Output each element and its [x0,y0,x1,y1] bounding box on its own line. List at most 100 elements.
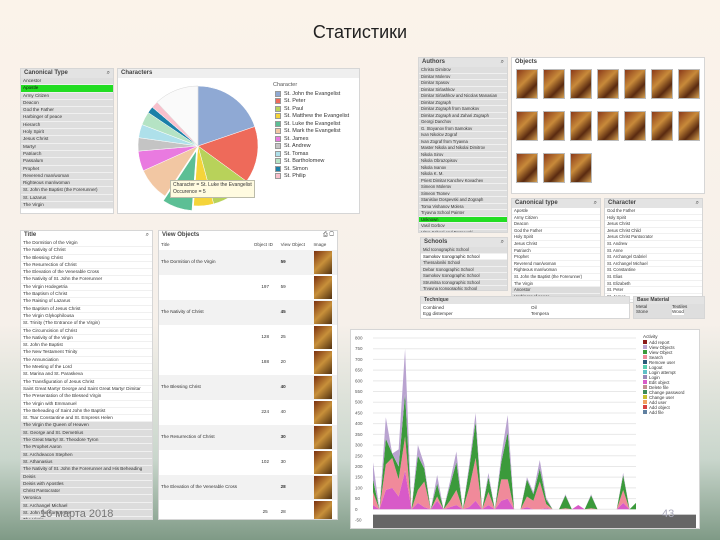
list-item[interactable]: The Virgin the Queen of Heaven [21,422,152,430]
list-item[interactable]: Righteous man/woman [512,267,600,274]
list-item[interactable]: God the Father [512,228,600,235]
legend-item[interactable]: St. Bartholomew [275,158,349,166]
column-header[interactable]: Image [312,240,338,250]
list-item[interactable]: Army Citizen [21,92,113,100]
icon-thumbnail[interactable] [678,69,700,99]
list-item[interactable]: Jesus Christ [512,241,600,248]
list-item[interactable]: Reverend man/woman [21,172,113,181]
list-item[interactable]: The Virgin [512,281,600,288]
list-item[interactable]: The Virgin Hodegetria [21,284,152,292]
list-item[interactable]: The Transfiguration of Jesus Christ [21,379,152,386]
icon-thumbnail[interactable] [678,111,700,141]
list-item[interactable]: Martyr [21,143,113,151]
list-item[interactable]: Holy Spirit [21,129,113,137]
list-item[interactable]: Prophet [21,165,113,173]
list-item[interactable]: Deacon [512,221,600,228]
search-icon[interactable]: ⌕ [107,69,110,78]
legend-item[interactable]: St. Mark the Evangelist [275,128,349,136]
list-item[interactable]: The Virgin Glykophilousa [21,313,152,321]
list-item[interactable]: St. Constantine [605,267,702,274]
icon-thumbnail[interactable] [543,111,565,141]
list-item[interactable]: St. Athanasius [21,458,152,467]
list-item[interactable]: Ancestor [512,287,600,294]
icon-image[interactable] [313,401,332,424]
list-item[interactable]: St. George and St. Demetrius [21,429,152,438]
list-item[interactable]: Stone [636,309,648,315]
list-item[interactable]: Passalum [21,158,113,166]
list-item[interactable]: Ancestor [21,78,113,86]
legend-item[interactable]: St. Luke the Evangelist [275,120,349,128]
icon-thumbnail[interactable] [543,69,565,99]
list-item[interactable]: The Resurrection of Christ [21,262,152,270]
list-item[interactable]: The Prophet Aaron [21,444,152,452]
list-item[interactable]: Deisis [21,473,152,481]
legend-item[interactable]: St. James [275,135,349,143]
list-item[interactable]: Holy Spirit [605,215,702,222]
list-item[interactable]: St. Archangel Gabriel [605,254,702,261]
legend-item[interactable]: St. Tomas [275,150,349,158]
list-item[interactable]: Tempera [531,311,549,317]
list-item[interactable]: St. Trinity (The Entrance of the Virgin) [21,320,152,328]
search-icon[interactable]: ⌕ [594,199,597,208]
icon-thumbnail[interactable] [570,153,592,183]
legend-item[interactable]: St. Andrew [275,143,349,151]
column-header[interactable]: Object ID [252,240,279,250]
search-icon[interactable]: ⌕ [696,199,699,208]
list-item[interactable]: The Annunciation [21,357,152,365]
list-item[interactable]: The Nativity of St. John the Forerunner [21,276,152,284]
legend-item[interactable]: St. Simon [275,165,349,173]
list-item[interactable]: Wood [672,309,684,316]
list-item[interactable]: Vitan School and Dospevski [419,229,507,232]
icon-image[interactable] [313,301,332,324]
search-icon[interactable]: ⌕ [501,238,504,247]
icon-thumbnail[interactable] [597,69,619,99]
list-item[interactable]: Patriarch [512,248,600,255]
icon-image[interactable] [313,276,332,299]
legend-item[interactable]: Add file [643,410,684,415]
list-item[interactable]: God the Father [21,107,113,115]
icon-thumbnail[interactable] [624,69,646,99]
list-item[interactable]: Jesus Christ Child [605,228,702,235]
window-controls-icon[interactable]: ⎙ ▢ [323,231,334,240]
table-row[interactable]: The Dormition of the Virgin 59 [159,250,337,275]
table-row[interactable]: 188 20 [159,350,337,375]
icon-image[interactable] [313,501,332,519]
legend-item[interactable]: St. Philip [275,173,349,181]
table-row[interactable]: 128 25 [159,325,337,350]
list-item[interactable]: Hierarch [21,121,113,130]
icon-thumbnail[interactable] [651,111,673,141]
icon-thumbnail[interactable] [516,111,538,141]
list-item[interactable]: Army Citizen [512,215,600,222]
icon-thumbnail[interactable] [570,111,592,141]
icon-thumbnail[interactable] [570,69,592,99]
icon-thumbnail[interactable] [651,69,673,99]
icon-thumbnail[interactable] [624,111,646,141]
search-icon[interactable]: ⌕ [146,231,149,240]
list-item[interactable]: St. John the Baptist [21,342,152,350]
icon-thumbnail[interactable] [516,69,538,99]
icon-image[interactable] [313,326,332,349]
list-item[interactable]: Saint Great Martyr George and Saint Grea… [21,386,152,394]
list-item[interactable]: St. Archangel Michael [605,261,702,268]
legend-item[interactable]: St. Paul [275,105,349,113]
column-header[interactable]: Title [159,240,252,250]
list-item[interactable]: Jesus Christ Pantocrator [605,234,702,241]
icon-thumbnail[interactable] [597,111,619,141]
table-row[interactable]: 102 30 [159,450,337,475]
list-item[interactable]: The New Testament Trinity [21,349,152,357]
list-item[interactable]: The Nativity of St. John the Forerunner … [21,466,152,474]
table-row[interactable]: The Resurrection of Christ 30 [159,425,337,450]
list-item[interactable]: Apostle [21,85,113,93]
title-listbox[interactable]: Title ⌕ The Dormition of the Virgin The Na… [20,230,153,520]
list-item[interactable]: St. Lazarus [21,194,113,203]
list-item[interactable]: Apostle [512,208,600,215]
legend-item[interactable]: St. Matthew the Evangelist [275,113,349,121]
authors-listbox[interactable]: Authors ⌕ Christo Dimitrov Dimitar Molerov… [418,57,508,233]
list-item[interactable]: The Virgin with Emmanuel [21,401,152,408]
legend-item[interactable]: St. Peter [275,98,349,106]
list-item[interactable]: The Blessing Christ [21,255,152,262]
list-item[interactable]: Deacon [21,99,113,108]
list-item[interactable]: God the Father [605,208,702,215]
icon-image[interactable] [313,476,332,499]
legend-item[interactable]: St. John the Evangelist [275,90,349,98]
